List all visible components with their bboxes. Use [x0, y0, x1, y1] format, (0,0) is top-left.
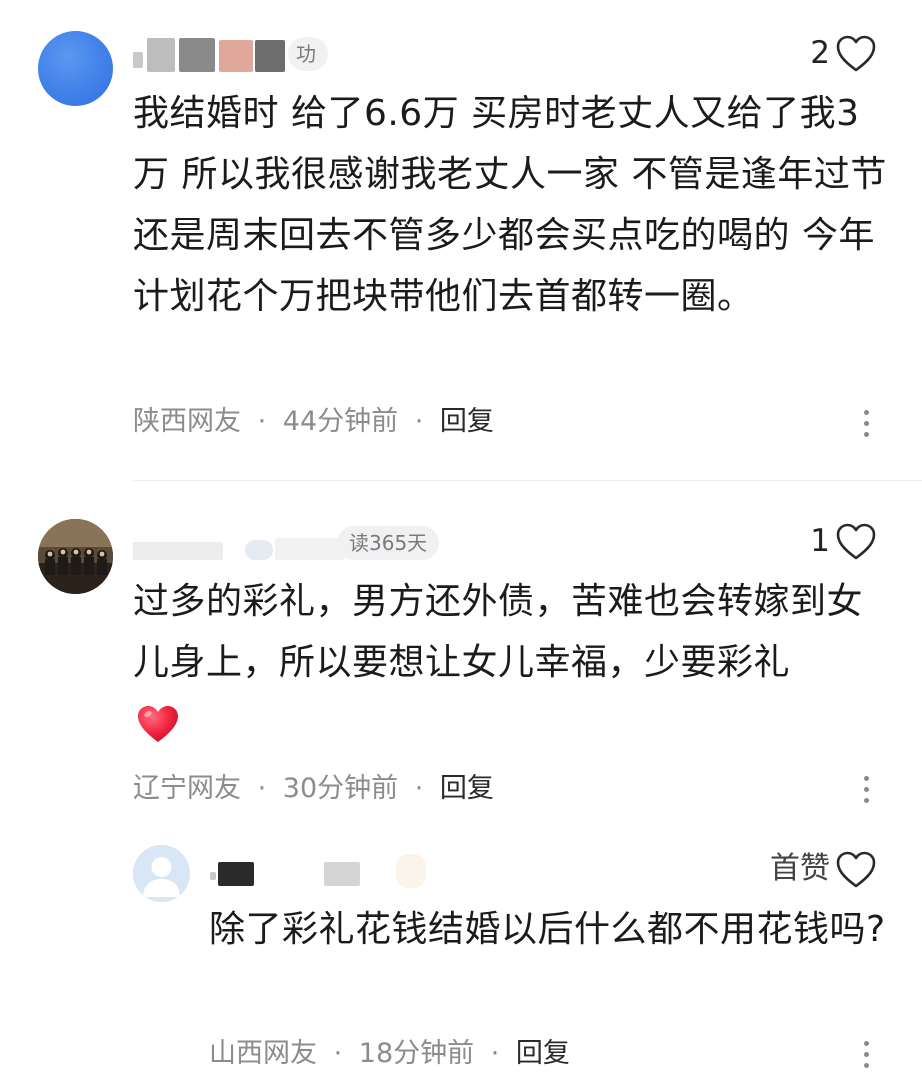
- name-badge: 读365天: [337, 526, 440, 560]
- timestamp: 30分钟前: [282, 773, 399, 804]
- comment-text: 过多的彩礼，男方还外债，苦难也会转嫁到女儿身上，所以要想让女儿幸福，少要彩礼: [133, 581, 864, 683]
- username-obscured[interactable]: [210, 852, 440, 892]
- divider: [133, 480, 922, 481]
- location: 山西网友: [209, 1038, 317, 1069]
- more-options-icon[interactable]: [864, 410, 872, 443]
- separator: ·: [414, 406, 424, 437]
- comment-meta: 陕西网友 · 44分钟前 · 回复: [133, 408, 494, 435]
- reply-text: 除了彩礼花钱结婚以后什么都不用花钱吗?: [209, 909, 886, 950]
- comment-text: 我结婚时 给了6.6万 买房时老丈人又给了我3万 所以我很感谢我老丈人一家 不管…: [133, 93, 887, 317]
- avatar[interactable]: [38, 519, 113, 594]
- username-obscured[interactable]: [133, 36, 363, 74]
- avatar[interactable]: [133, 845, 190, 902]
- reply-button[interactable]: 回复: [516, 1038, 570, 1069]
- separator: ·: [257, 773, 267, 804]
- like-count: 1: [810, 523, 830, 559]
- timestamp: 18分钟前: [358, 1038, 475, 1069]
- timestamp: 44分钟前: [282, 406, 399, 437]
- heart-outline-icon[interactable]: [836, 523, 876, 561]
- avatar[interactable]: [38, 31, 113, 106]
- location: 陕西网友: [133, 406, 241, 437]
- like-count: 2: [810, 35, 830, 71]
- separator: ·: [333, 1038, 343, 1069]
- separator: ·: [257, 406, 267, 437]
- location: 辽宁网友: [133, 773, 241, 804]
- more-options-icon[interactable]: [864, 776, 872, 809]
- reply-button[interactable]: 回复: [440, 773, 494, 804]
- comment-meta: 辽宁网友 · 30分钟前 · 回复: [133, 775, 494, 802]
- comment-meta: 山西网友 · 18分钟前 · 回复: [209, 1040, 570, 1067]
- reply-button[interactable]: 回复: [440, 406, 494, 437]
- separator: ·: [490, 1038, 500, 1069]
- more-options-icon[interactable]: [864, 1041, 872, 1074]
- heart-outline-icon[interactable]: [836, 851, 876, 889]
- red-heart-emoji: ❤: [136, 704, 180, 748]
- name-badge: 功: [288, 37, 328, 71]
- heart-outline-icon[interactable]: [836, 35, 876, 73]
- first-like-label: 首赞: [770, 851, 830, 886]
- username-obscured[interactable]: [133, 528, 363, 564]
- separator: ·: [414, 773, 424, 804]
